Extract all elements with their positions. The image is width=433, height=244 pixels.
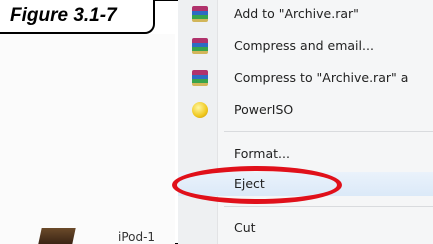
menu-item-compress-to-archive[interactable]: Compress to "Archive.rar" a — [178, 66, 433, 90]
menu-item-label: Cut — [234, 220, 256, 235]
menu-item-label: Add to "Archive.rar" — [234, 6, 359, 21]
menu-item-label: Compress and email... — [234, 38, 374, 53]
menu-item-label: PowerISO — [234, 102, 294, 117]
menu-item-poweriso[interactable]: PowerISO — [178, 98, 433, 122]
menu-item-label: Format... — [234, 146, 290, 161]
drive-item[interactable] — [38, 228, 80, 244]
winrar-icon — [192, 38, 208, 54]
winrar-icon — [192, 70, 208, 86]
poweriso-icon — [192, 102, 208, 118]
menu-separator — [224, 131, 433, 132]
menu-item-cut[interactable]: Cut — [178, 216, 433, 240]
menu-item-compress-email[interactable]: Compress and email... — [178, 34, 433, 58]
highlight-ellipse — [172, 166, 342, 204]
figure-label-tab: Figure 3.1-7 — [0, 0, 155, 34]
winrar-icon — [192, 6, 208, 22]
menu-separator — [224, 206, 433, 207]
menu-item-label: Compress to "Archive.rar" a — [234, 70, 409, 85]
menu-item-add-to-archive[interactable]: Add to "Archive.rar" — [178, 2, 433, 26]
drive-label[interactable]: iPod-1 — [118, 230, 155, 244]
drive-icon — [38, 228, 76, 244]
menu-item-format[interactable]: Format... — [178, 142, 433, 166]
figure-label: Figure 3.1-7 — [10, 5, 117, 26]
explorer-pane — [0, 34, 175, 244]
